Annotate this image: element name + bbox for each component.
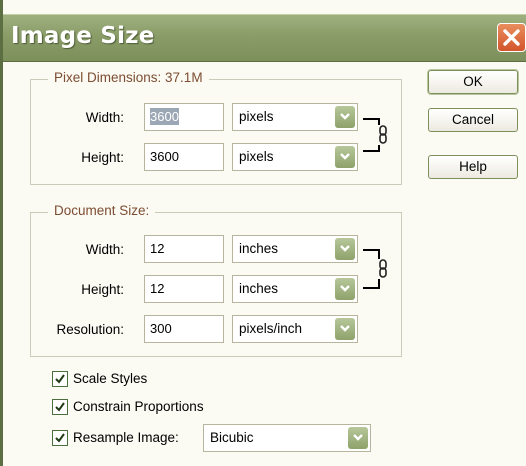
chevron-down-icon [340, 113, 350, 120]
checkmark-icon [55, 374, 65, 384]
pixel-height-input[interactable]: 3600 [144, 143, 224, 171]
pixel-height-unit-value: pixels [239, 149, 274, 164]
resample-image-label[interactable]: Resample Image: [73, 430, 179, 445]
resolution-unit-value: pixels/inch [239, 321, 303, 336]
pixel-height-unit-select[interactable]: pixels [232, 143, 358, 171]
resolution-input[interactable]: 300 [144, 315, 224, 343]
scale-styles-label[interactable]: Scale Styles [73, 371, 147, 386]
chain-link-icon [379, 125, 387, 144]
chain-link-icon [379, 259, 387, 278]
pixel-height-unit-dropdown-button[interactable] [335, 146, 355, 168]
chevron-down-icon [353, 434, 363, 441]
pixel-width-value: 3600 [150, 108, 179, 125]
doc-chain-link [378, 259, 388, 279]
pixel-width-unit-dropdown-button[interactable] [335, 106, 355, 128]
cancel-button[interactable]: Cancel [428, 108, 518, 132]
pixel-width-unit-value: pixels [239, 109, 274, 124]
doc-width-input[interactable]: 12 [144, 235, 224, 263]
chevron-down-icon [340, 325, 350, 332]
doc-width-value: 12 [150, 241, 165, 256]
pixel-dimensions-legend: Pixel Dimensions: 37.1M [48, 70, 209, 85]
pixel-height-label: Height: [81, 150, 124, 165]
doc-width-unit-dropdown-button[interactable] [335, 238, 355, 260]
constrain-proportions-label[interactable]: Constrain Proportions [73, 399, 204, 414]
pixel-chain-link [378, 125, 388, 145]
doc-height-input[interactable]: 12 [144, 275, 224, 303]
pixel-width-label: Width: [85, 110, 124, 125]
doc-height-value: 12 [150, 281, 165, 296]
checkmark-icon [55, 402, 65, 412]
doc-height-unit-select[interactable]: inches [232, 275, 358, 303]
pixel-width-unit-select[interactable]: pixels [232, 103, 358, 131]
doc-width-label: Width: [85, 242, 124, 257]
constrain-proportions-checkbox[interactable] [52, 399, 68, 415]
pixel-width-input[interactable]: 3600 [144, 103, 224, 131]
chevron-down-icon [340, 285, 350, 292]
chevron-down-icon [340, 153, 350, 160]
checkmark-icon [55, 433, 65, 443]
doc-width-unit-value: inches [239, 241, 279, 256]
doc-height-label: Height: [81, 282, 124, 297]
pixel-height-value: 3600 [150, 149, 179, 164]
title-bar[interactable]: Image Size [3, 14, 526, 62]
chevron-down-icon [340, 245, 350, 252]
image-size-dialog: Image Size Pixel Dimensions: 37.1M Width… [0, 0, 526, 466]
resolution-value: 300 [150, 321, 172, 336]
doc-height-unit-dropdown-button[interactable] [335, 278, 355, 300]
resolution-unit-select[interactable]: pixels/inch [232, 315, 358, 343]
resample-method-value: Bicubic [210, 430, 254, 445]
scale-styles-checkbox[interactable] [52, 371, 68, 387]
document-size-legend: Document Size: [48, 203, 156, 218]
close-icon [503, 29, 520, 46]
resample-method-dropdown-button[interactable] [348, 427, 368, 449]
resolution-label: Resolution: [56, 322, 124, 337]
resolution-unit-dropdown-button[interactable] [335, 318, 355, 340]
resample-method-select[interactable]: Bicubic [203, 424, 371, 452]
help-button[interactable]: Help [428, 155, 518, 179]
resample-image-checkbox[interactable] [52, 430, 68, 446]
dialog-title: Image Size [11, 23, 155, 49]
doc-width-unit-select[interactable]: inches [232, 235, 358, 263]
doc-height-unit-value: inches [239, 281, 279, 296]
ok-button[interactable]: OK [427, 69, 519, 95]
close-button[interactable] [497, 23, 526, 52]
